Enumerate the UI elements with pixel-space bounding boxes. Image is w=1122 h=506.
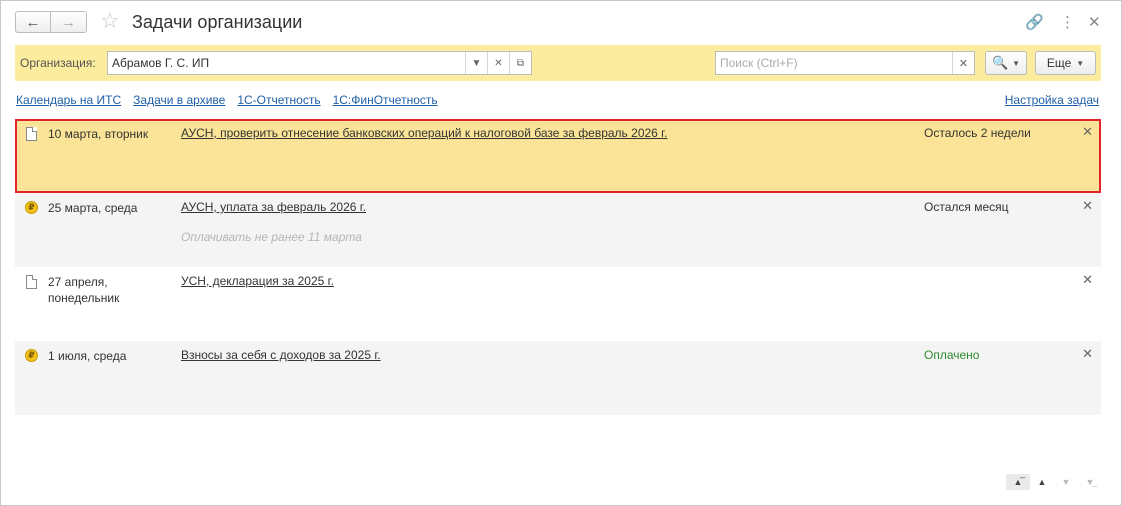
- task-note: Оплачивать не ранее 11 марта: [181, 230, 362, 244]
- dropdown-icon[interactable]: ▼: [465, 52, 487, 74]
- open-icon[interactable]: ⧉: [509, 52, 531, 74]
- scroll-up-icon[interactable]: ▲: [1030, 474, 1054, 490]
- organization-value[interactable]: Абрамов Г. С. ИП: [108, 56, 465, 70]
- search-input[interactable]: [716, 53, 952, 73]
- task-date: 10 марта, вторник: [48, 127, 149, 141]
- search-field[interactable]: ✕: [715, 51, 975, 75]
- more-vertical-icon[interactable]: ⋮: [1060, 13, 1075, 31]
- task-date: 27 апреля, понедельник: [48, 275, 120, 305]
- arrow-left-icon: ←: [25, 13, 41, 31]
- task-row[interactable]: ₽ 25 марта, среда АУСН, уплата за феврал…: [15, 193, 1101, 267]
- scroll-to-bottom-icon[interactable]: ▼̲: [1078, 474, 1102, 490]
- task-status: Осталось 2 недели: [924, 126, 1031, 140]
- task-row[interactable]: 27 апреля, понедельник УСН, декларация з…: [15, 267, 1101, 341]
- search-button[interactable]: 🔍 ▼: [985, 51, 1027, 75]
- ruble-coin-icon: ₽: [25, 201, 39, 215]
- scroll-down-icon[interactable]: ▼: [1054, 474, 1078, 490]
- close-icon[interactable]: ✕: [1082, 198, 1093, 214]
- task-date: 25 марта, среда: [48, 201, 138, 215]
- clear-icon[interactable]: ✕: [487, 52, 509, 74]
- task-name-link[interactable]: АУСН, уплата за февраль 2026 г.: [181, 200, 366, 214]
- link-icon[interactable]: 🔗: [1025, 13, 1044, 31]
- organization-label: Организация:: [20, 56, 96, 70]
- task-status: Оплачено: [924, 348, 980, 362]
- task-status: Остался месяц: [924, 200, 1009, 214]
- link-archived-tasks[interactable]: Задачи в архиве: [133, 93, 225, 107]
- link-1c-reporting[interactable]: 1С-Отчетность: [237, 93, 320, 107]
- more-button[interactable]: Еще ▼: [1035, 51, 1096, 75]
- ruble-coin-icon: ₽: [25, 349, 39, 363]
- task-row[interactable]: 10 марта, вторник АУСН, проверить отнесе…: [15, 119, 1101, 193]
- task-name-link[interactable]: Взносы за себя с доходов за 2025 г.: [181, 348, 381, 362]
- close-window-icon[interactable]: ✕: [1088, 13, 1101, 31]
- document-icon: [25, 127, 39, 141]
- favorite-star-icon[interactable]: ☆: [100, 10, 120, 32]
- document-icon: [25, 275, 39, 289]
- forward-button[interactable]: →: [51, 11, 87, 33]
- back-button[interactable]: ←: [15, 11, 51, 33]
- task-name-link[interactable]: УСН, декларация за 2025 г.: [181, 274, 334, 288]
- clear-search-icon[interactable]: ✕: [952, 52, 974, 74]
- chevron-down-icon: ▼: [1012, 58, 1021, 68]
- page-title: Задачи организации: [132, 12, 303, 32]
- scroll-controls: ▲̅ ▲ ▼ ▼̲: [1006, 474, 1102, 490]
- task-row[interactable]: ₽ 1 июля, среда Взносы за себя с доходов…: [15, 341, 1101, 415]
- arrow-right-icon: →: [61, 13, 76, 31]
- scroll-to-top-icon[interactable]: ▲̅: [1006, 474, 1030, 490]
- title-bar: ← → ☆ Задачи организации 🔗 ⋮ ✕: [1, 1, 1121, 43]
- link-its-calendar[interactable]: Календарь на ИТС: [16, 93, 121, 107]
- task-list: 10 марта, вторник АУСН, проверить отнесе…: [15, 119, 1101, 415]
- close-icon[interactable]: ✕: [1082, 124, 1093, 140]
- close-icon[interactable]: ✕: [1082, 346, 1093, 362]
- more-button-label: Еще: [1046, 56, 1072, 70]
- quick-links: Календарь на ИТС Задачи в архиве 1С-Отче…: [16, 93, 438, 107]
- tasks-window: ← → ☆ Задачи организации 🔗 ⋮ ✕ Организац…: [0, 0, 1122, 506]
- organization-field[interactable]: Абрамов Г. С. ИП ▼ ✕ ⧉: [107, 51, 532, 75]
- close-icon[interactable]: ✕: [1082, 272, 1093, 288]
- task-settings-link[interactable]: Настройка задач: [1005, 93, 1099, 107]
- link-1c-finreporting[interactable]: 1С:ФинОтчетность: [333, 93, 438, 107]
- magnifier-icon: 🔍: [991, 55, 1009, 70]
- task-date: 1 июля, среда: [48, 349, 127, 363]
- task-name-link[interactable]: АУСН, проверить отнесение банковских опе…: [181, 126, 667, 140]
- filter-panel: Организация: Абрамов Г. С. ИП ▼ ✕ ⧉ ✕ 🔍 …: [15, 45, 1101, 81]
- chevron-down-icon: ▼: [1076, 58, 1085, 68]
